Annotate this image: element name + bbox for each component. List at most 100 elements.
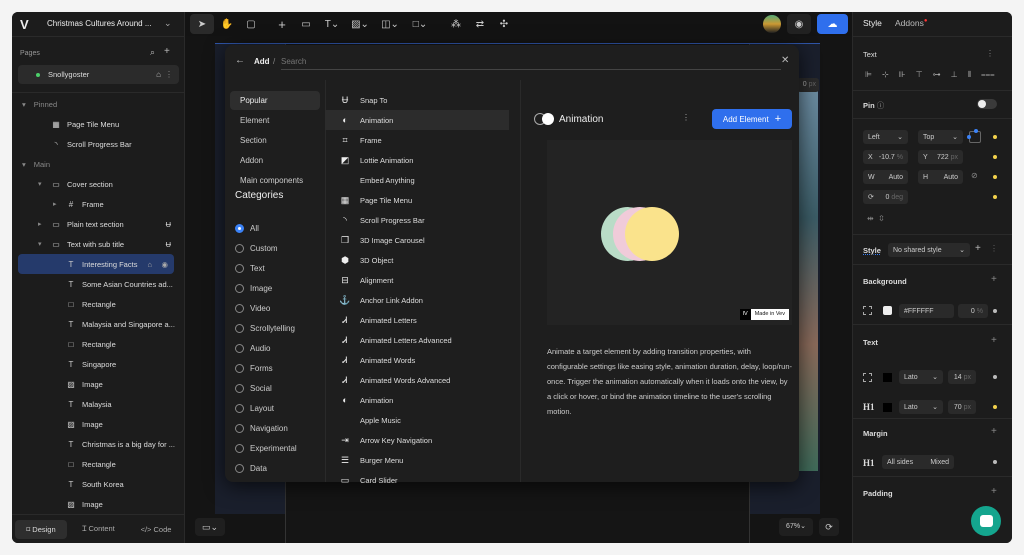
layer-item[interactable]: ▨ Image	[12, 414, 185, 434]
layer-item[interactable]: ▦ Page Tile Menu	[12, 114, 185, 134]
layer-item[interactable]: T Interesting Facts ⌂ ◉	[18, 254, 174, 274]
page-item[interactable]: Snollygoster ⌂ ⋮	[18, 65, 179, 84]
element-list-item[interactable]: ◐ Animation	[325, 390, 509, 410]
layer-item[interactable]: T Malaysia and Singapore a...	[12, 314, 185, 334]
category-radio[interactable]: Scrollytelling	[235, 319, 295, 337]
project-title[interactable]: Christmas Cultures Around ...	[47, 19, 151, 28]
element-list-item[interactable]: Embed Anything	[325, 170, 509, 190]
category-radio[interactable]: Social	[235, 379, 272, 397]
x-field[interactable]: X -10.7 %	[863, 150, 908, 164]
main-group[interactable]: ▾ Main	[12, 154, 185, 174]
preview-eye-icon[interactable]: ◉	[787, 14, 811, 34]
device-selector[interactable]: ▭⌄	[195, 518, 225, 536]
tab-content[interactable]: Ɪ Content	[71, 524, 126, 534]
color-swatch[interactable]	[883, 373, 892, 382]
layer-item[interactable]: ▾ ▭ Text with sub title Ʉ	[12, 234, 185, 254]
category-radio[interactable]: Custom	[235, 239, 278, 257]
add-page-icon[interactable]: +	[164, 46, 170, 57]
shared-style-select[interactable]: No shared style ⌄	[888, 243, 970, 257]
hand-icon[interactable]: ✋	[216, 14, 238, 34]
pinned-group[interactable]: ▾ Pinned	[12, 94, 185, 114]
element-list-item[interactable]: ▭ Card Slider	[325, 470, 509, 490]
tab-style[interactable]: Style	[863, 18, 882, 28]
section-tab[interactable]: Element	[230, 111, 320, 130]
anchor-icon[interactable]	[967, 129, 981, 143]
text-toggle-icon[interactable]	[863, 373, 872, 382]
rotation-field[interactable]: ⟳ 0 deg	[863, 190, 908, 204]
publish-cloud-icon[interactable]: ☁	[817, 14, 848, 34]
close-icon[interactable]: ✕	[781, 55, 789, 66]
layer-item[interactable]: ▸ # Frame	[12, 194, 185, 214]
caret-icon[interactable]: ▾	[38, 180, 42, 188]
swap-icon[interactable]: ⇄	[469, 14, 491, 34]
font-size-field[interactable]: 70 px	[948, 400, 976, 414]
add-style-icon[interactable]: +	[975, 243, 981, 254]
element-list-item[interactable]: ⌗ Frame	[325, 130, 509, 150]
add-element-button[interactable]: Add Element +	[712, 109, 792, 129]
more-icon[interactable]: ⋮	[990, 244, 998, 253]
element-list-item[interactable]: ⊟ Alignment	[325, 270, 509, 290]
element-list-item[interactable]: ◐ Animation	[325, 110, 509, 130]
search-icon[interactable]: ⌕	[150, 47, 155, 58]
section-tab[interactable]: Main components	[230, 171, 320, 190]
element-list-item[interactable]: Ꮧ Animated Words Advanced	[325, 370, 509, 390]
horizontal-anchor-select[interactable]: Left ⌄	[863, 130, 908, 144]
add-background-icon[interactable]: +	[991, 274, 997, 285]
caret-icon[interactable]: ▸	[53, 200, 57, 208]
layer-item[interactable]: ▸ ▭ Plain text section Ʉ	[12, 214, 185, 234]
element-list-item[interactable]: Ʉ Snap To	[325, 90, 509, 110]
more-icon[interactable]: ⋮	[682, 113, 690, 122]
vertical-anchor-select[interactable]: Top ⌄	[918, 130, 963, 144]
layer-item[interactable]: T Christmas is a big day for ...	[12, 434, 185, 454]
section-tab[interactable]: Section	[230, 131, 320, 150]
pin-toggle[interactable]	[977, 99, 997, 109]
chevron-down-icon[interactable]: ⌄	[164, 18, 172, 29]
text-icon[interactable]: T⌄	[319, 14, 345, 34]
more-icon[interactable]: ⋮	[986, 49, 994, 58]
back-arrow-icon[interactable]: ←	[235, 55, 245, 66]
add-text-style-icon[interactable]: +	[991, 335, 997, 346]
layer-item[interactable]: ▨ Image	[12, 494, 185, 514]
element-list-item[interactable]: ⇥ Arrow Key Navigation	[325, 430, 509, 450]
caret-icon[interactable]: ▸	[38, 220, 42, 228]
element-list-item[interactable]: Ꮧ Animated Letters Advanced	[325, 330, 509, 350]
zoom-selector[interactable]: 67%⌄	[779, 518, 813, 536]
bg-color-field[interactable]: #FFFFFF	[899, 304, 954, 318]
unlink-icon[interactable]: ⊘	[971, 171, 978, 180]
tab-code[interactable]: </> Code	[130, 525, 182, 534]
caret-icon[interactable]: ▾	[38, 240, 42, 248]
element-list-item[interactable]: ☰ Burger Menu	[325, 450, 509, 470]
layer-item[interactable]: T Some Asian Countries ad...	[12, 274, 185, 294]
element-list-item[interactable]: ⚓ Anchor Link Addon	[325, 290, 509, 310]
comment-icon[interactable]: ▢	[240, 14, 262, 34]
height-field[interactable]: H Auto	[918, 170, 963, 184]
layer-item[interactable]: ◝ Scroll Progress Bar	[12, 134, 185, 154]
font-select[interactable]: Lato ⌄	[899, 370, 943, 384]
category-radio[interactable]: All	[235, 219, 259, 237]
element-list-item[interactable]: ▦ Page Tile Menu	[325, 190, 509, 210]
element-list-item[interactable]: ⬢ 3D Object	[325, 250, 509, 270]
section-icon[interactable]: ▭	[295, 14, 317, 34]
add-padding-icon[interactable]: +	[991, 486, 997, 497]
distribute-icons[interactable]: ⇹ ⇳	[867, 214, 885, 223]
color-swatch[interactable]	[883, 306, 892, 315]
layer-item[interactable]: ▾ ▭ Cover section	[12, 174, 185, 194]
element-list-item[interactable]: Apple Music	[325, 410, 509, 430]
chat-support-button[interactable]	[971, 506, 1001, 536]
category-radio[interactable]: Video	[235, 299, 270, 317]
avatar[interactable]	[763, 15, 781, 33]
layer-item[interactable]: T Singapore	[12, 354, 185, 374]
plus-icon[interactable]: +	[271, 14, 293, 34]
layer-item[interactable]: □ Rectangle	[12, 454, 185, 474]
section-tab[interactable]: Popular	[230, 91, 320, 110]
font-size-field[interactable]: 14 px	[948, 370, 976, 384]
layer-item[interactable]: □ Rectangle	[12, 294, 185, 314]
layer-item[interactable]: □ Rectangle	[12, 334, 185, 354]
layer-item[interactable]: T South Korea	[12, 474, 185, 494]
category-radio[interactable]: Experimental	[235, 439, 297, 457]
category-radio[interactable]: Text	[235, 259, 265, 277]
components-icon[interactable]: ⁂	[445, 14, 467, 34]
width-field[interactable]: W Auto	[863, 170, 908, 184]
eye-icon[interactable]: ◉	[161, 260, 168, 269]
video-icon[interactable]: ◫⌄	[377, 14, 403, 34]
